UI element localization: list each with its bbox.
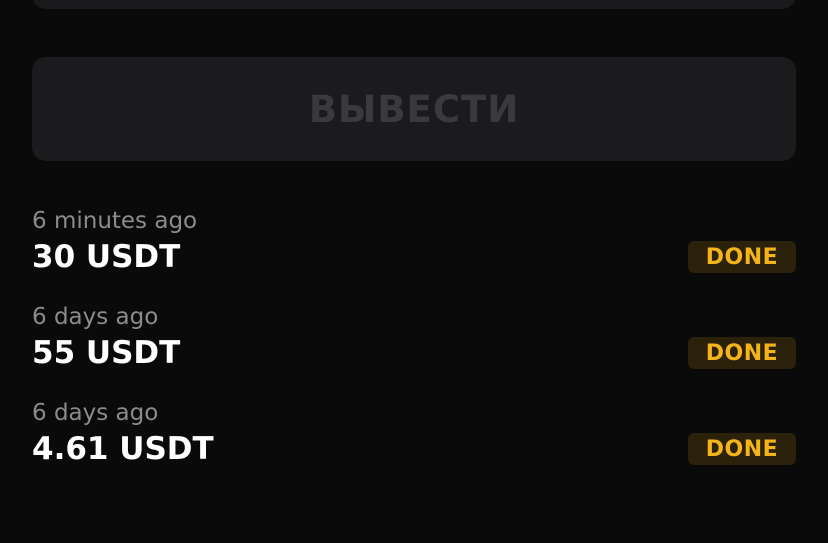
transaction-time: 6 days ago — [32, 304, 159, 330]
status-badge: DONE — [688, 433, 796, 465]
transaction-amount: 4.61 USDT — [32, 431, 214, 467]
transaction-history: 6 minutes ago 30 USDT DONE 6 days ago 55… — [32, 204, 796, 492]
status-badge: DONE — [688, 241, 796, 273]
transaction-amount: 30 USDT — [32, 239, 181, 275]
transaction-time: 6 days ago — [32, 400, 159, 426]
amount-input-card[interactable] — [32, 0, 796, 9]
transaction-row: 6 minutes ago 30 USDT DONE — [32, 204, 796, 300]
withdraw-button[interactable]: ВЫВЕСТИ — [32, 57, 796, 161]
transaction-time: 6 minutes ago — [32, 208, 198, 234]
transaction-row: 6 days ago 55 USDT DONE — [32, 300, 796, 396]
withdraw-page: ВЫВЕСТИ 6 minutes ago 30 USDT DONE 6 day… — [0, 0, 828, 543]
transaction-row: 6 days ago 4.61 USDT DONE — [32, 396, 796, 492]
transaction-amount: 55 USDT — [32, 335, 181, 371]
status-badge: DONE — [688, 337, 796, 369]
